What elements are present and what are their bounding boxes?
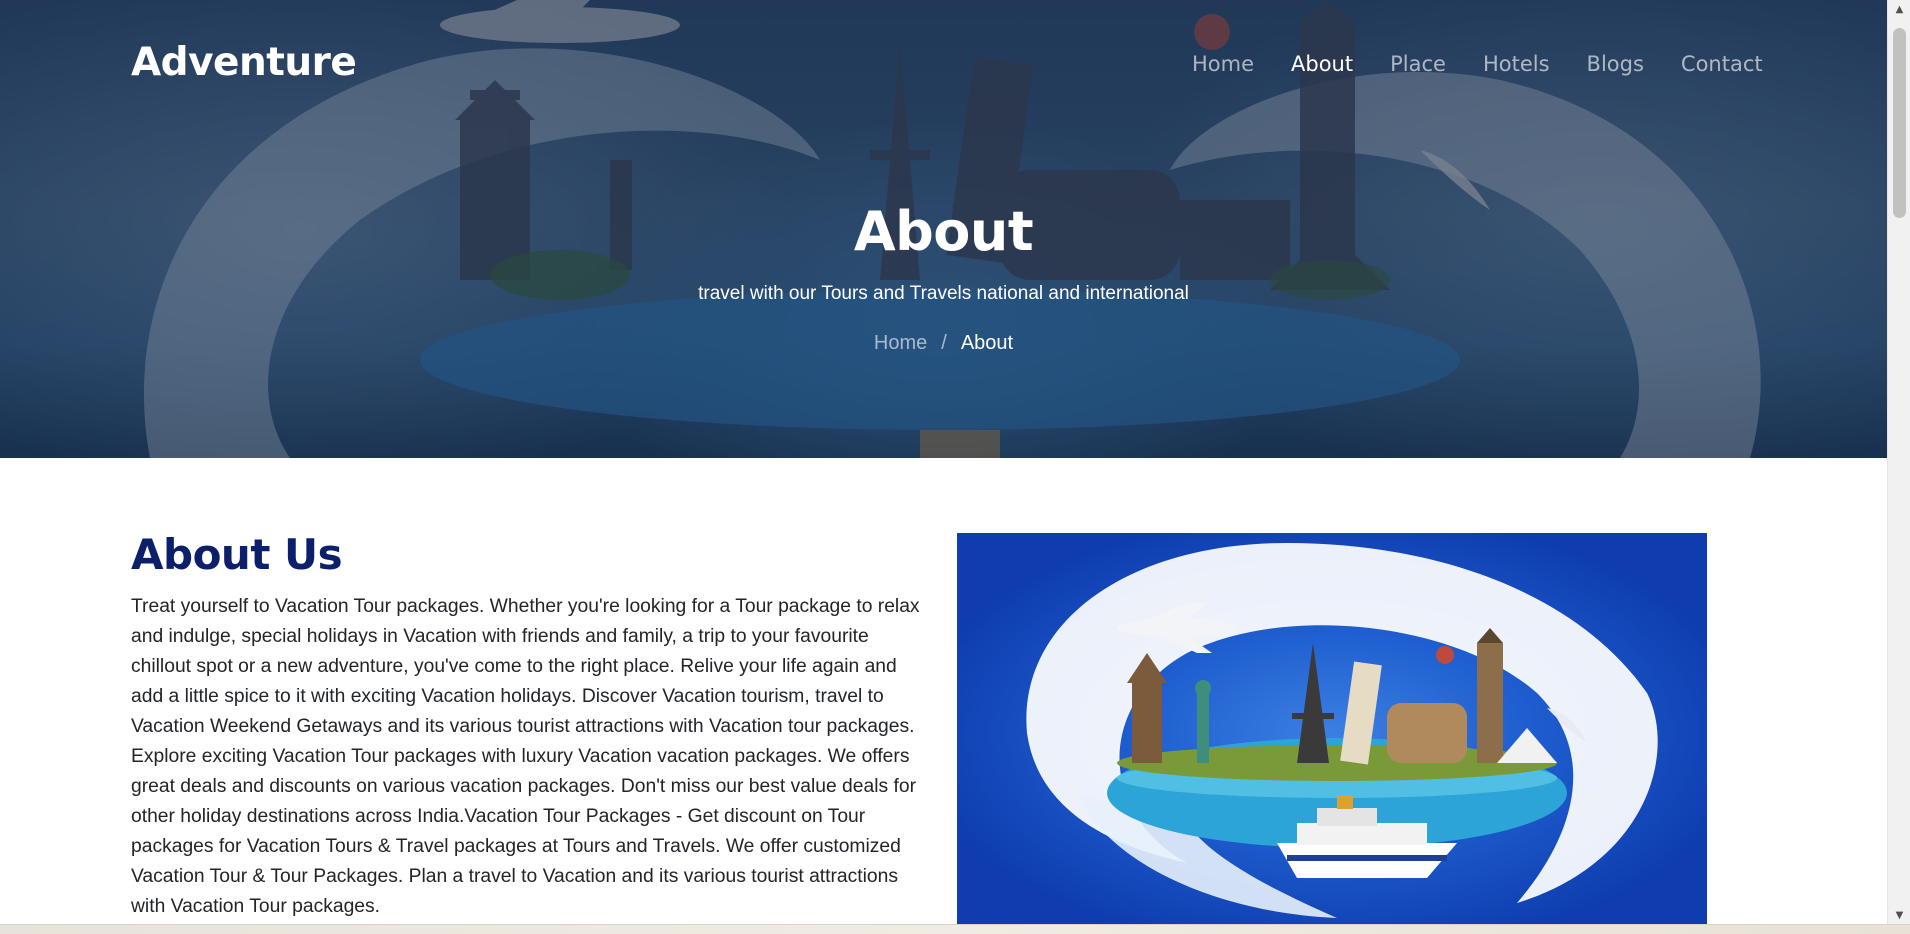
hero-title: About xyxy=(853,200,1034,263)
page: Adventure Home About Place Hotels Blogs … xyxy=(0,0,1887,924)
nav-hotels[interactable]: Hotels xyxy=(1483,52,1550,76)
about-description: Treat yourself to Vacation Tour packages… xyxy=(131,596,920,917)
breadcrumb-separator: / xyxy=(941,332,947,354)
browser-viewport: Adventure Home About Place Hotels Blogs … xyxy=(0,0,1910,924)
nav-about[interactable]: About xyxy=(1291,52,1353,76)
window-bottom-edge xyxy=(0,924,1910,934)
hero-banner: Adventure Home About Place Hotels Blogs … xyxy=(0,0,1887,458)
nav-blogs[interactable]: Blogs xyxy=(1587,52,1644,76)
travel-collage-illustration xyxy=(1026,543,1658,918)
about-travel-image xyxy=(957,533,1707,924)
main-nav: Home About Place Hotels Blogs Contact xyxy=(1192,52,1800,76)
scroll-down-arrow-icon[interactable]: ▼ xyxy=(1888,906,1910,924)
nav-place[interactable]: Place xyxy=(1390,52,1446,76)
scrollbar-thumb[interactable] xyxy=(1893,28,1906,218)
breadcrumb-home-link[interactable]: Home xyxy=(874,332,927,355)
nav-contact[interactable]: Contact xyxy=(1681,52,1763,76)
scroll-up-arrow-icon[interactable]: ▲ xyxy=(1888,0,1910,18)
brand-logo[interactable]: Adventure xyxy=(131,40,357,85)
about-heading: About Us xyxy=(131,530,343,579)
vertical-scrollbar[interactable]: ▲ ▼ xyxy=(1887,0,1910,924)
hero-subtitle: travel with our Tours and Travels nation… xyxy=(698,283,1189,304)
breadcrumb-current: About xyxy=(960,332,1014,354)
breadcrumb: Home / About xyxy=(0,332,1887,355)
nav-home[interactable]: Home xyxy=(1192,52,1254,76)
